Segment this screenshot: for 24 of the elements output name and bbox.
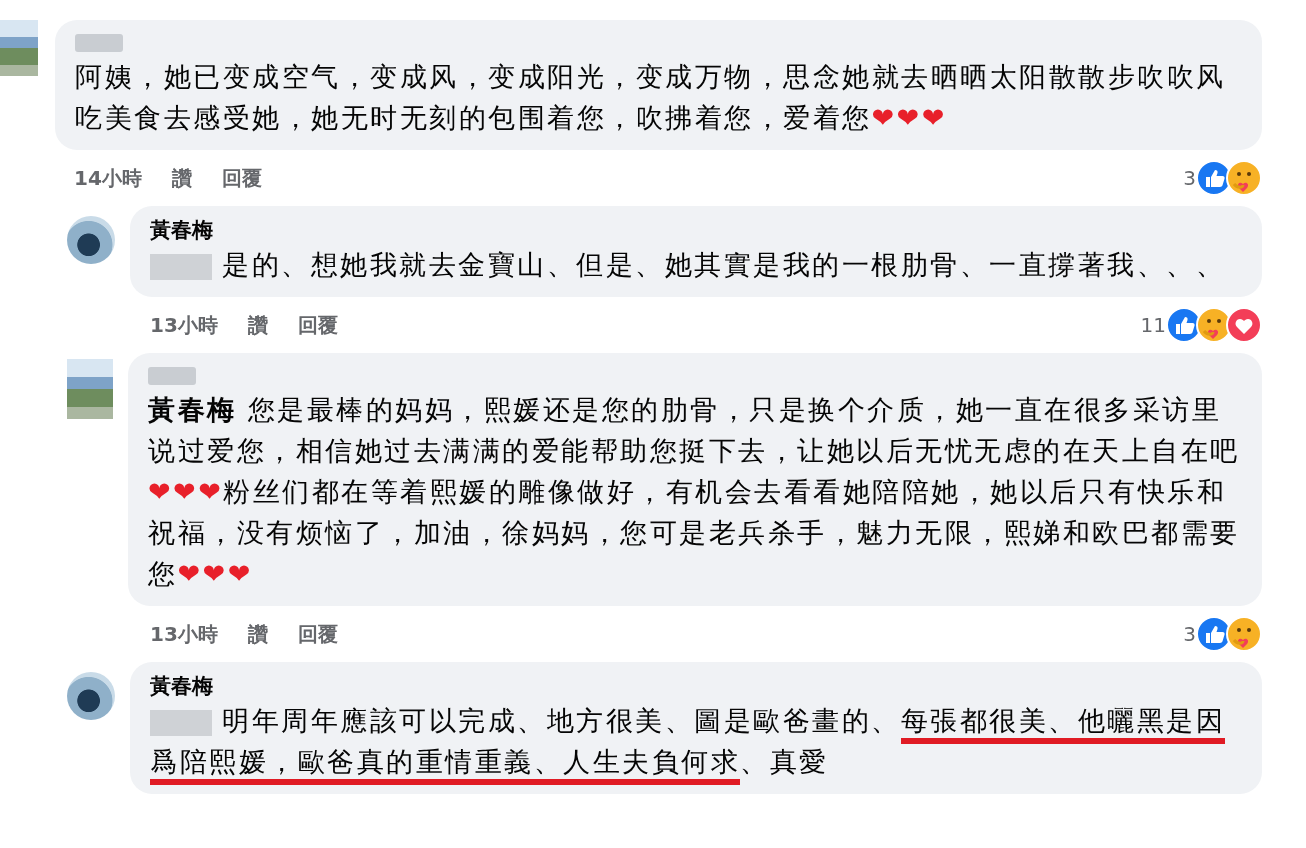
comment-time[interactable]: 14小時 — [74, 164, 142, 192]
like-link[interactable]: 讚 — [247, 620, 268, 648]
comment-text: 明年周年應該可以完成、地方很美、圖是歐爸畫的、每張都很美、他曬黑是因爲陪熙媛，歐爸真的重情重義、人生夫負何求、真愛 — [150, 700, 1242, 782]
hugging-face-icon — [1226, 616, 1262, 652]
reply-link[interactable]: 回覆 — [221, 164, 262, 192]
pixelated-avatar[interactable] — [67, 359, 113, 419]
reply-link[interactable]: 回覆 — [297, 620, 338, 648]
reaction-count[interactable]: 3 — [1183, 622, 1196, 646]
author-name[interactable]: 黃春梅 — [150, 672, 1242, 700]
reaction-count[interactable]: 3 — [1183, 166, 1196, 190]
comment-time[interactable]: 13小時 — [150, 311, 218, 339]
comment-time[interactable]: 13小時 — [150, 620, 218, 648]
reaction-count[interactable]: 11 — [1140, 313, 1166, 337]
comment-text: 阿姨，她已变成空气，变成风，变成阳光，变成万物，思念她就去晒晒太阳散散步吹吹风吃美食去感受她，她无时无刻的包围着您，吹拂着您，爱着您❤❤❤ — [75, 60, 1227, 135]
comment-text: 黃春梅 您是最棒的妈妈，熙媛还是您的肋骨，只是换个介质，她一直在很多采访里说过爱您，相信她过去满满的爱能帮助您挺下去，让她以后无忧无虑的在天上自在吧 ❤❤❤粉丝们都在等着熙媛的雕像做好，有机会去看看她陪陪她，她以后只有快乐和祝福，没有烦恼了，加油，徐妈妈，您可是老兵杀手，魅力无限，熙娣和欧巴都需要您❤❤❤ — [148, 393, 1241, 591]
author-name[interactable]: 黃春梅 — [150, 216, 1242, 244]
hugging-face-icon — [1226, 160, 1262, 196]
like-link[interactable]: 讚 — [247, 311, 268, 339]
avatar[interactable] — [67, 216, 115, 264]
avatar[interactable] — [67, 672, 115, 720]
pixelated-avatar[interactable] — [0, 20, 38, 76]
like-link[interactable]: 讚 — [171, 164, 192, 192]
reply-link[interactable]: 回覆 — [297, 311, 338, 339]
comment-text: 是的、想她我就去金寶山、但是、她其實是我的一根肋骨、一直撐著我、、、 — [150, 244, 1242, 285]
